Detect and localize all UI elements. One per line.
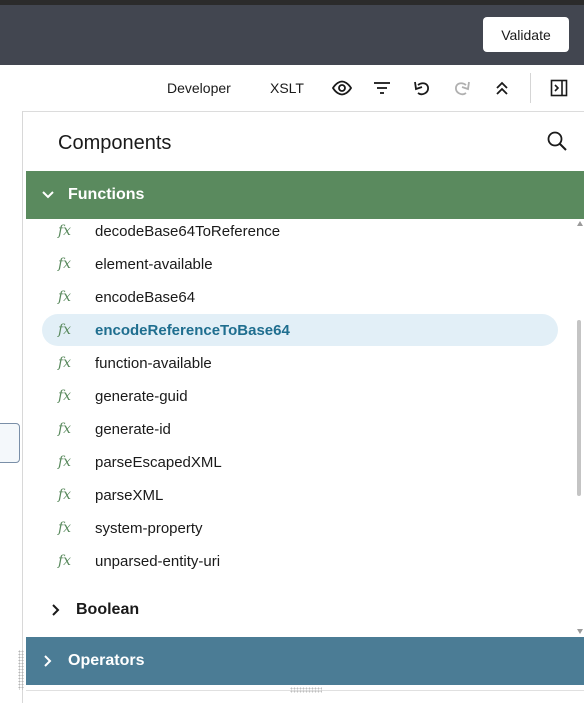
resize-handle[interactable] <box>18 650 24 690</box>
function-icon: fx <box>58 421 72 437</box>
item-label: function-available <box>95 354 212 372</box>
item-label: generate-guid <box>95 387 188 405</box>
developer-mode-button[interactable]: Developer <box>167 65 231 111</box>
section-label: Functions <box>68 186 145 203</box>
xslt-view-button[interactable]: XSLT <box>270 65 304 111</box>
list-item[interactable]: fx decodeBase64ToReference <box>42 219 558 247</box>
canvas-node[interactable] <box>0 423 20 463</box>
item-label: encodeBase64 <box>95 288 196 306</box>
collapse-all-icon[interactable] <box>490 77 514 99</box>
section-functions[interactable]: Functions <box>26 171 584 219</box>
section-label: Boolean <box>76 601 140 618</box>
scroll-down-arrow-icon[interactable] <box>577 629 583 634</box>
undo-icon[interactable] <box>410 77 434 99</box>
function-icon: fx <box>58 322 72 338</box>
list-item[interactable]: fx system-property <box>42 512 558 544</box>
redo-icon[interactable] <box>450 77 474 99</box>
section-operators[interactable]: Operators <box>26 637 584 685</box>
list-item[interactable]: fx element-available <box>42 248 558 280</box>
item-label: parseXML <box>95 486 164 504</box>
list-item[interactable]: fx parseEscapedXML <box>42 446 558 478</box>
item-label: encodeReferenceToBase64 <box>95 321 290 339</box>
list-item[interactable]: fx function-available <box>42 347 558 379</box>
filter-icon[interactable] <box>370 77 394 99</box>
function-icon: fx <box>58 454 72 470</box>
list-item[interactable]: fx encodeBase64 <box>42 281 558 313</box>
scroll-up-arrow-icon[interactable] <box>577 221 583 226</box>
section-boolean[interactable]: Boolean <box>26 594 566 626</box>
section-label: Operators <box>68 652 145 669</box>
chevron-right-icon <box>38 651 58 671</box>
list-item[interactable]: fx generate-id <box>42 413 558 445</box>
validate-button[interactable]: Validate <box>483 17 569 52</box>
item-label: element-available <box>95 255 213 273</box>
item-label: decodeBase64ToReference <box>95 222 281 240</box>
function-icon: fx <box>58 289 72 305</box>
list-item[interactable]: fx parseXML <box>42 479 558 511</box>
search-icon[interactable] <box>546 130 568 152</box>
list-item[interactable]: fx unparsed-entity-uri <box>42 545 558 574</box>
toolbar: Developer XSLT <box>0 65 584 112</box>
components-panel: Components Functions fx decodeBase64ToRef… <box>26 112 584 703</box>
item-label: unparsed-entity-uri <box>95 552 221 570</box>
item-label: generate-id <box>95 420 171 438</box>
function-icon: fx <box>58 520 72 536</box>
panel-toggle-icon[interactable] <box>547 77 571 99</box>
function-icon: fx <box>58 355 72 371</box>
eye-icon[interactable] <box>330 77 354 99</box>
panel-resize-handle[interactable] <box>290 687 322 693</box>
item-label: system-property <box>95 519 203 537</box>
list-item-selected[interactable]: fx encodeReferenceToBase64 <box>42 314 558 346</box>
function-icon: fx <box>58 223 72 239</box>
scrollbar-thumb[interactable] <box>577 320 581 496</box>
mapping-canvas[interactable] <box>0 111 23 703</box>
toolbar-separator <box>530 73 531 103</box>
panel-title: Components <box>58 132 172 154</box>
chevron-down-icon <box>38 185 58 205</box>
function-icon: fx <box>58 256 72 272</box>
function-icon: fx <box>58 553 72 569</box>
function-icon: fx <box>58 487 72 503</box>
functions-list: fx decodeBase64ToReference fx element-avai… <box>26 219 576 574</box>
function-icon: fx <box>58 388 72 404</box>
app-header: Validate <box>0 5 584 65</box>
item-label: parseEscapedXML <box>95 453 222 471</box>
chevron-right-icon <box>46 600 66 620</box>
list-item[interactable]: fx generate-guid <box>42 380 558 412</box>
